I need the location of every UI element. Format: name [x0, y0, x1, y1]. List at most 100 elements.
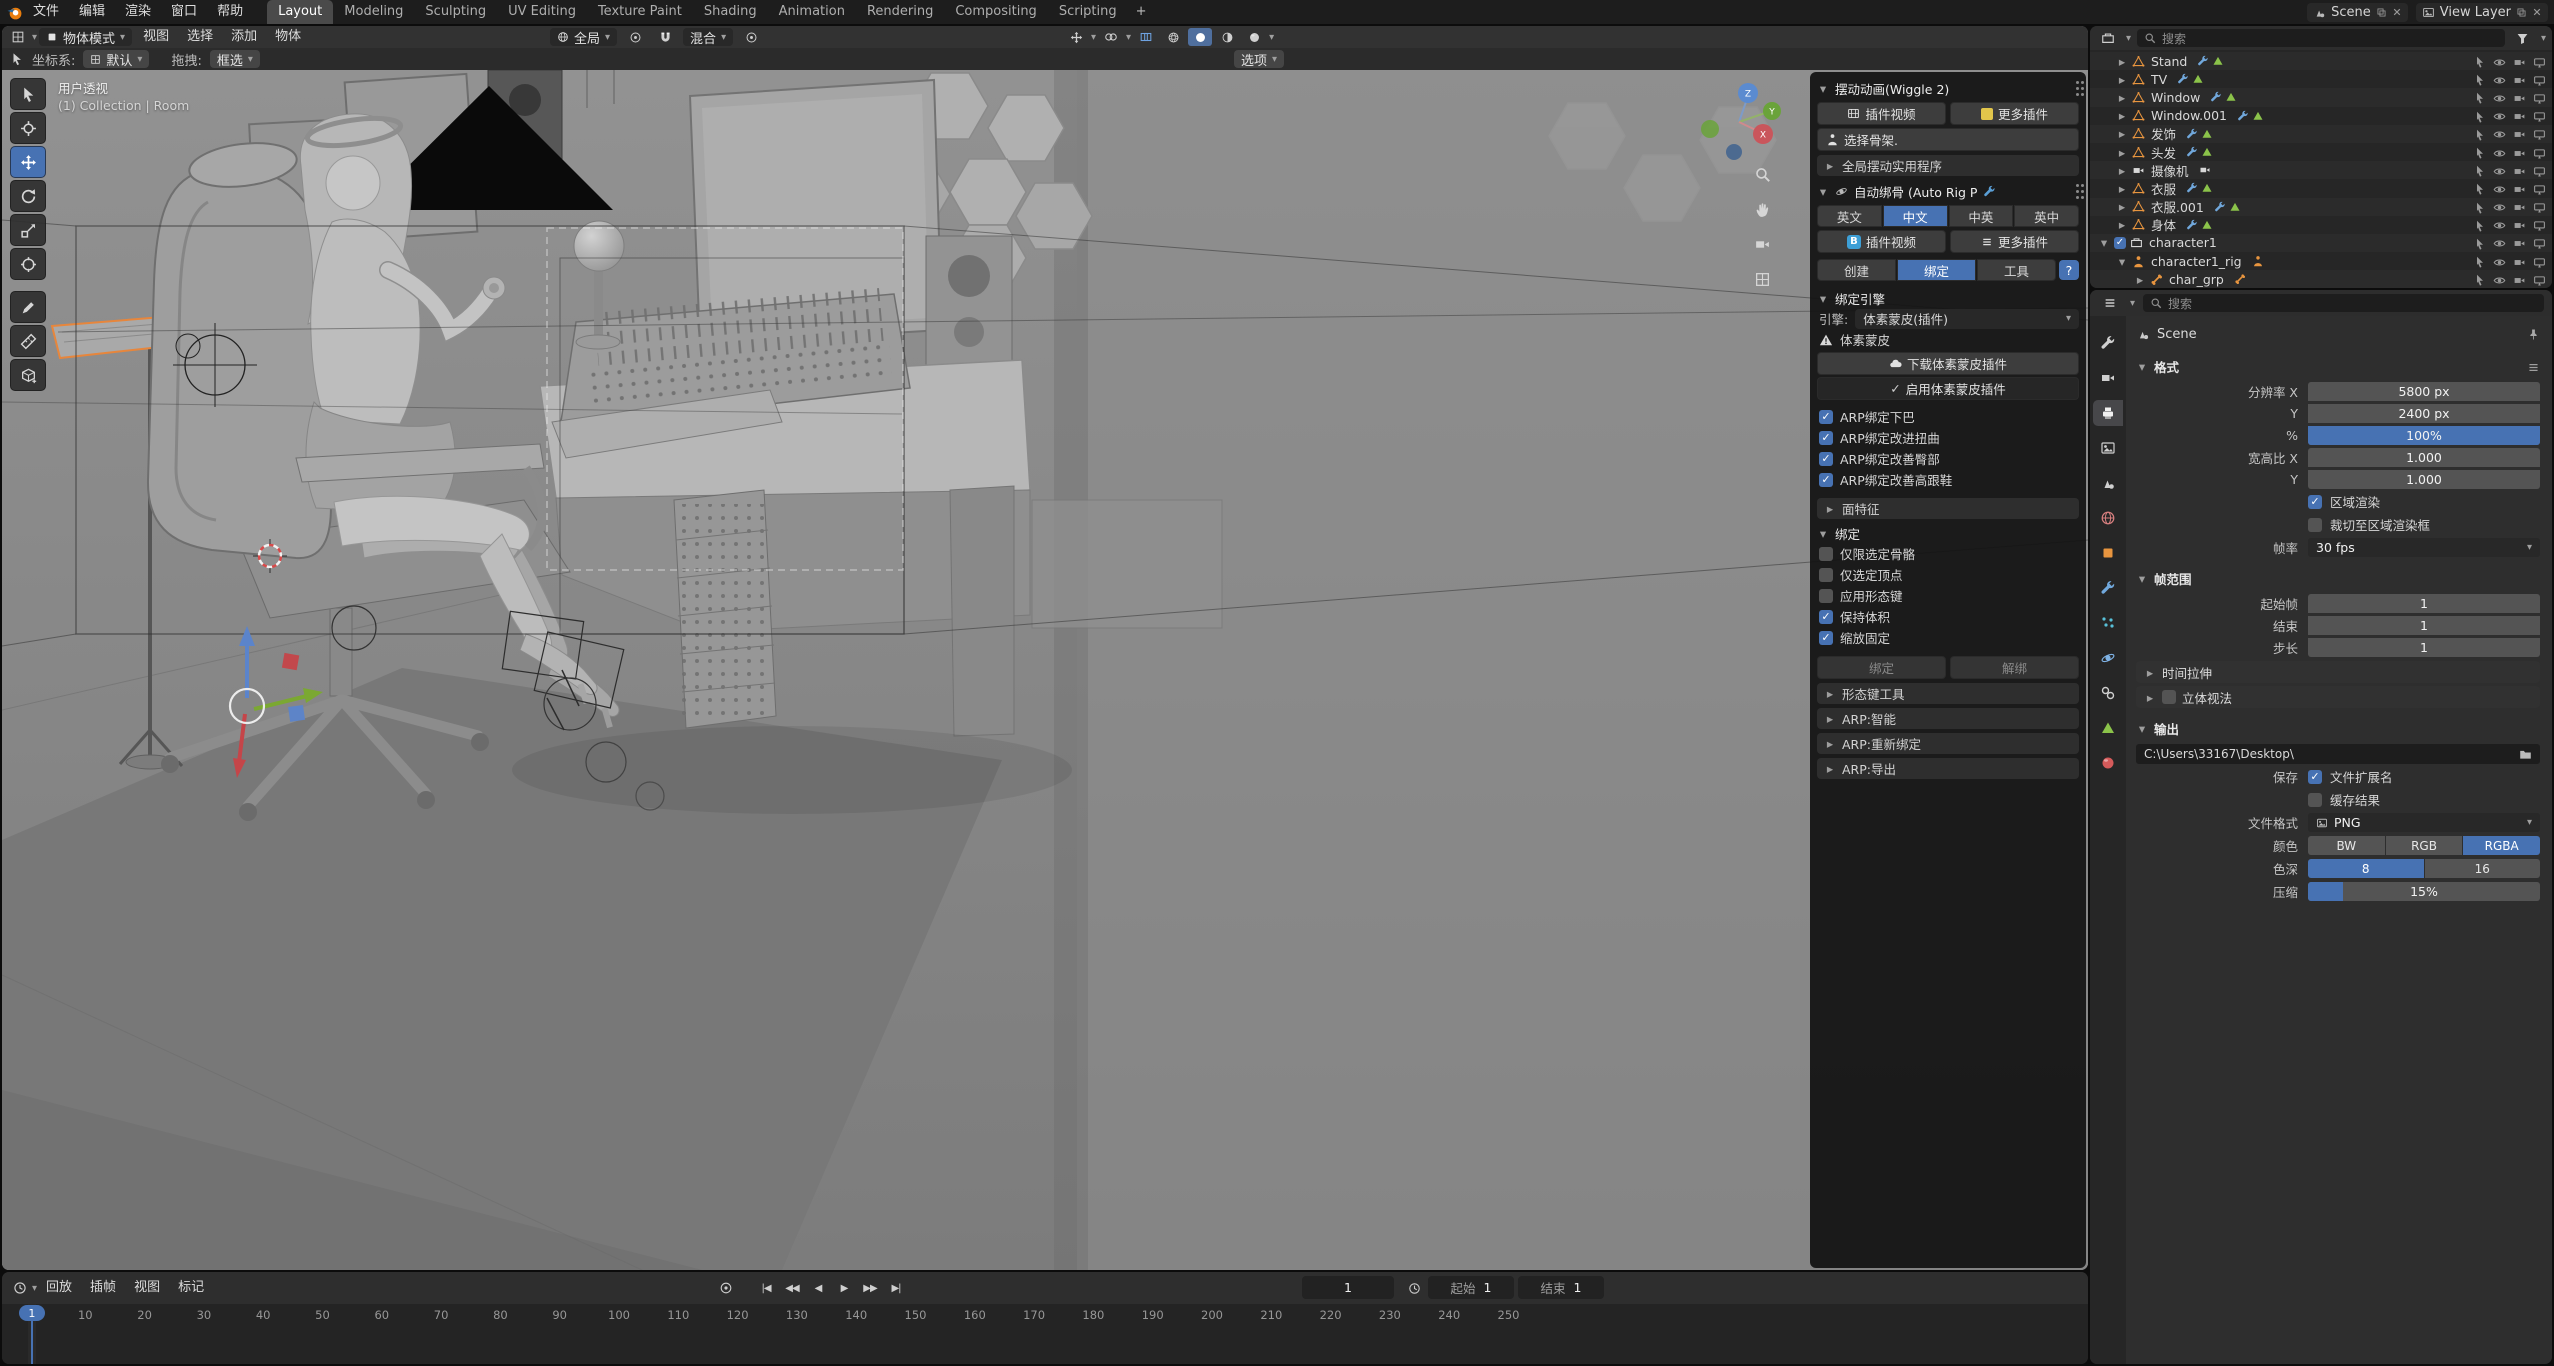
checkbox[interactable]: ✓: [1819, 631, 1833, 645]
collapsed-section[interactable]: ▸立体视法: [2136, 686, 2540, 708]
language-tab[interactable]: 英文: [1817, 205, 1882, 227]
outliner-item[interactable]: ▸ 头发: [2090, 143, 2552, 161]
viewport-display-toggle[interactable]: [2533, 108, 2546, 123]
collapsed-section[interactable]: ▸ARP:智能: [1817, 708, 2079, 729]
render-toggle[interactable]: [2513, 126, 2526, 141]
section-header[interactable]: ▾输出: [2136, 717, 2540, 739]
menu-item[interactable]: 渲染: [115, 0, 161, 24]
tool-measure[interactable]: [10, 325, 46, 357]
selectable-toggle[interactable]: [2474, 163, 2486, 178]
pan-hand-icon[interactable]: [1750, 197, 1774, 221]
hide-toggle[interactable]: [2493, 108, 2506, 123]
workspace-tab[interactable]: Texture Paint: [587, 0, 693, 24]
bind-option[interactable]: 应用形态键: [1817, 585, 2079, 606]
workspace-tab[interactable]: Animation: [768, 0, 856, 24]
checkbox[interactable]: ✓: [1819, 410, 1833, 424]
collapsed-section[interactable]: ▸ARP:重新绑定: [1817, 733, 2079, 754]
selectable-toggle[interactable]: [2474, 181, 2486, 196]
checkbox-row[interactable]: ✓文件扩展名: [2308, 767, 2393, 786]
bind-section-header[interactable]: ▾ 绑定: [1817, 523, 2079, 543]
blender-logo-icon[interactable]: [6, 4, 23, 21]
checkbox[interactable]: [2308, 518, 2322, 532]
camera-view-icon[interactable]: [1750, 232, 1774, 256]
duplicate-icon[interactable]: [2516, 7, 2527, 18]
properties-tab-modifiers[interactable]: [2093, 575, 2123, 601]
navigation-gizmo[interactable]: Z Y X: [1696, 82, 1782, 160]
editor-type-icon[interactable]: [8, 1279, 32, 1297]
segment-option[interactable]: RGBA: [2463, 836, 2540, 855]
selectable-toggle[interactable]: [2474, 217, 2486, 232]
selectable-toggle[interactable]: [2474, 199, 2486, 214]
hide-toggle[interactable]: [2493, 72, 2506, 87]
bind-option[interactable]: 仅限选定骨骼: [1817, 543, 2079, 564]
slider-field[interactable]: 100%: [2308, 426, 2540, 445]
viewport-display-toggle[interactable]: [2533, 217, 2546, 232]
checkbox[interactable]: ✓: [1819, 473, 1833, 487]
number-field[interactable]: 1: [2308, 594, 2540, 613]
outliner-item[interactable]: ▸ 衣服.001: [2090, 198, 2552, 216]
checkbox-row[interactable]: 缓存结果: [2308, 790, 2380, 809]
ortho-toggle-icon[interactable]: [1750, 267, 1774, 291]
snap-magnet-icon[interactable]: [653, 28, 677, 46]
viewport-display-toggle[interactable]: [2533, 163, 2546, 178]
viewport-display-toggle[interactable]: [2533, 72, 2546, 87]
chevron-right-icon[interactable]: ▸: [2116, 181, 2128, 196]
checkbox[interactable]: [1819, 568, 1833, 582]
workspace-tab[interactable]: Layout: [267, 0, 333, 24]
snap-mode-dropdown[interactable]: 混合 ▾: [683, 28, 733, 46]
section-header[interactable]: ▾帧范围: [2136, 567, 2540, 589]
duplicate-icon[interactable]: [2376, 7, 2387, 18]
properties-tab-constraints[interactable]: [2093, 680, 2123, 706]
hide-toggle[interactable]: [2493, 217, 2506, 232]
checkbox-row[interactable]: 裁切至区域渲染框: [2308, 515, 2430, 534]
segment-option[interactable]: 16: [2425, 859, 2541, 878]
orientation-dropdown[interactable]: 全局 ▾: [550, 28, 617, 46]
chevron-right-icon[interactable]: ▸: [2116, 217, 2128, 232]
outliner-item[interactable]: ▸ 衣服: [2090, 179, 2552, 197]
section-header[interactable]: ▾格式: [2136, 355, 2540, 377]
checkbox[interactable]: [1819, 547, 1833, 561]
render-toggle[interactable]: [2513, 254, 2526, 269]
tool-select-box[interactable]: [10, 78, 46, 110]
hide-toggle[interactable]: [2493, 163, 2506, 178]
arp-video-button[interactable]: B 插件视频: [1817, 230, 1946, 253]
checkbox[interactable]: [1819, 589, 1833, 603]
preset-menu-icon[interactable]: [2527, 359, 2540, 374]
segment-option[interactable]: RGB: [2386, 836, 2463, 855]
output-path-field[interactable]: C:\Users\33167\Desktop\: [2136, 744, 2540, 764]
play-reverse-button[interactable]: ◀: [806, 1277, 830, 1299]
properties-tab-data[interactable]: [2093, 715, 2123, 741]
chevron-right-icon[interactable]: ▸: [2116, 145, 2128, 160]
view-layer-selector[interactable]: View Layer: [2416, 3, 2548, 22]
render-toggle[interactable]: [2513, 181, 2526, 196]
timeline-menu-item[interactable]: 插帧: [81, 1277, 125, 1299]
collapsed-section[interactable]: ▸时间拉伸: [2136, 661, 2540, 683]
chevron-right-icon[interactable]: ▸: [2116, 199, 2128, 214]
tool-scale[interactable]: [10, 214, 46, 246]
selectable-toggle[interactable]: [2474, 54, 2486, 69]
checkbox[interactable]: ✓: [2308, 495, 2322, 509]
viewport-3d[interactable]: 用户透视 (1) Collection | Room Z Y X: [2, 70, 2088, 1270]
help-button[interactable]: ?: [2059, 260, 2079, 280]
show-gizmo-icon[interactable]: [1064, 28, 1088, 46]
playhead[interactable]: [31, 1319, 33, 1364]
outliner-item[interactable]: ▸ 摄像机: [2090, 161, 2552, 179]
outliner-item[interactable]: ▸ 发饰: [2090, 125, 2552, 143]
render-toggle[interactable]: [2513, 217, 2526, 232]
download-voxel-button[interactable]: 下载体素蒙皮插件: [1817, 352, 2079, 375]
wiggle-global-utils-section[interactable]: ▸ 全局摆动实用程序: [1817, 155, 2079, 176]
properties-tab-material[interactable]: [2093, 750, 2123, 776]
drag-handle-icon[interactable]: [2076, 81, 2079, 84]
timeline-menu-item[interactable]: 视图: [125, 1277, 169, 1299]
viewport-display-toggle[interactable]: [2533, 272, 2546, 287]
viewport-menu-item[interactable]: 视图: [134, 26, 178, 48]
proportional-edit-icon[interactable]: [739, 28, 763, 46]
mode-tab[interactable]: 工具: [1977, 259, 2056, 281]
close-icon[interactable]: [2392, 7, 2402, 17]
selectable-toggle[interactable]: [2474, 108, 2486, 123]
pin-icon[interactable]: [2527, 327, 2540, 342]
checkbox[interactable]: [2308, 793, 2322, 807]
checkbox[interactable]: [2162, 690, 2176, 704]
chevron-right-icon[interactable]: ▸: [2116, 72, 2128, 87]
timeline-ruler[interactable]: 1020304050607080901001101201301401501601…: [2, 1304, 2088, 1364]
